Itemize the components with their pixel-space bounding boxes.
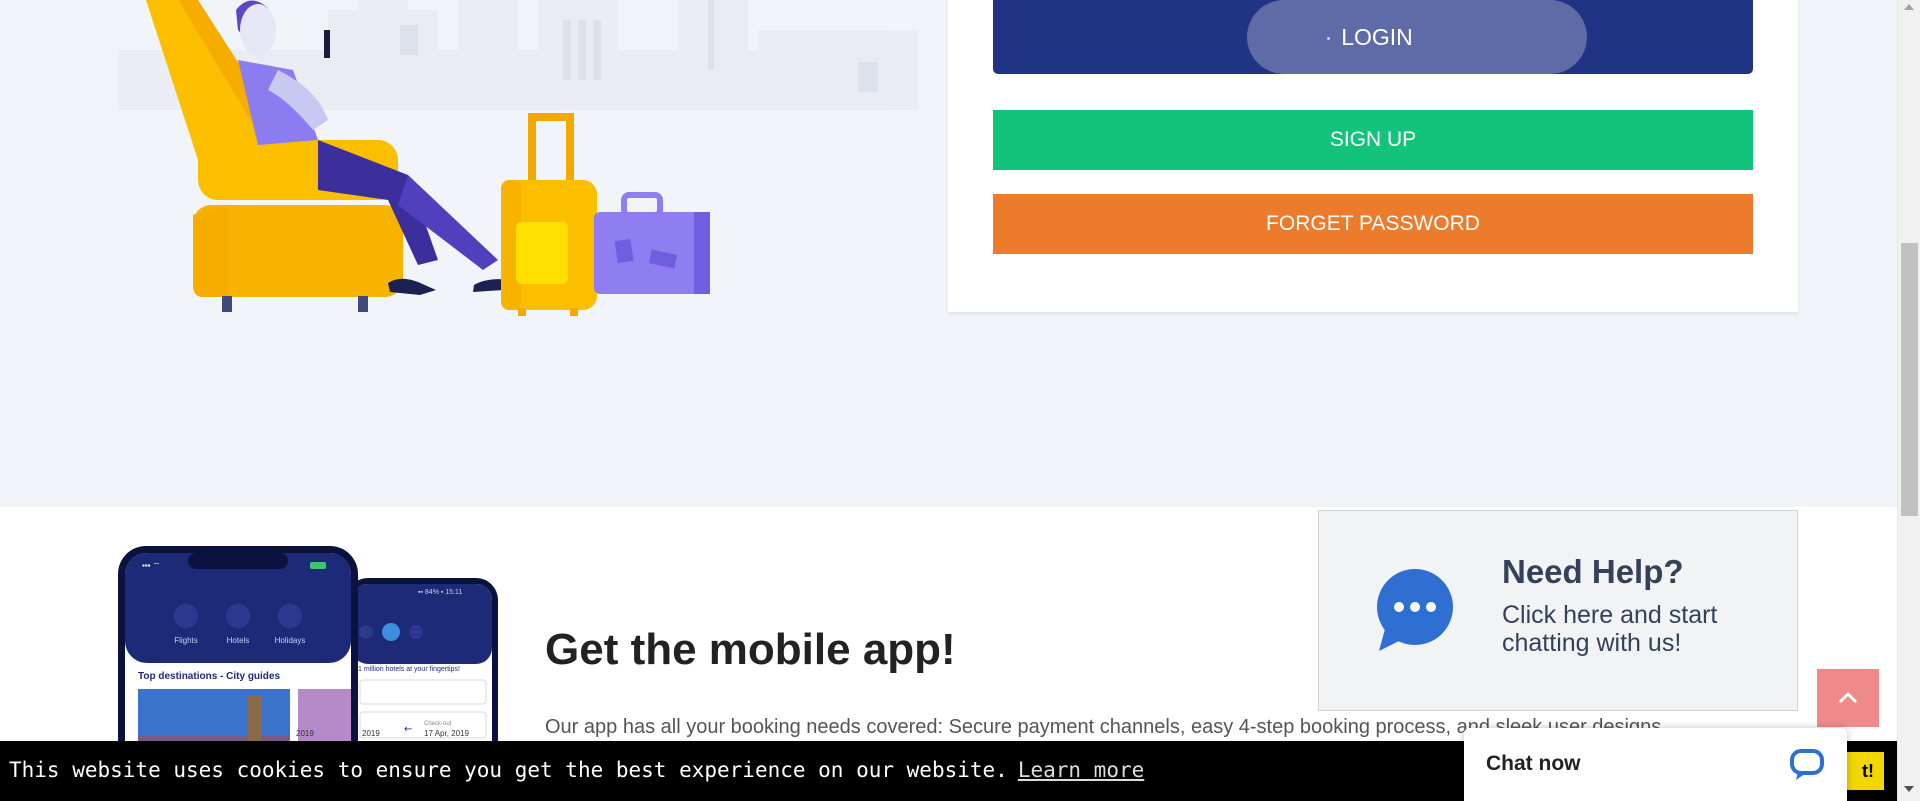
tab-holidays: Holidays [275,636,306,645]
back-phone-status: ▪▪ 84% ▪ 15:11 [418,589,462,596]
hotels-icon [226,604,250,628]
front-phone-date: 2019 [296,729,314,738]
cookie-message: This website uses cookies to ensure you … [9,758,1008,782]
flights-icon [174,604,198,628]
chat-now-widget[interactable]: Chat now [1464,728,1847,801]
signup-button[interactable]: SIGN UP [993,110,1753,170]
back-phone-tagline: 1 million hotels at your fingertips! [358,666,460,673]
chat-bubble-icon [1377,569,1453,651]
scroll-up-arrow-icon[interactable] [1904,4,1914,10]
speech-bubble-icon [1790,749,1824,780]
need-help-widget[interactable]: Need Help? Click here and start chatting… [1318,510,1798,711]
ripple-dot [1327,36,1331,40]
scroll-down-arrow-icon[interactable] [1904,786,1914,792]
login-button-label: LOGIN [1341,23,1413,50]
login-button[interactable]: LOGIN [993,0,1753,74]
chat-now-label: Chat now [1486,752,1581,775]
scrollbar-thumb[interactable] [1901,243,1918,516]
back-phone-date-left: 2019 [362,729,380,738]
check-out-label: Check-out [424,721,452,727]
scroll-to-top-button[interactable] [1817,669,1879,727]
status-bar-icons: ▪▪▪ ⌔ [142,561,160,570]
battery-icon [310,562,326,569]
page-scrollbar[interactable] [1897,0,1920,801]
back-arrow-icon: ← [404,724,412,735]
holidays-icon [278,604,302,628]
learn-more-link[interactable]: Learn more [1018,758,1144,782]
cookie-accept-label: t! [1862,761,1874,781]
app-section-title: Get the mobile app! [545,625,956,674]
check-out-date: 17 Apr, 2019 [424,729,469,738]
need-help-text: Click here and start chatting with us! [1502,601,1718,657]
hotel-tab-icon [382,623,400,641]
hero-section: LOGIN SIGN UP FORGET PASSWORD [0,0,1897,507]
traveller-illustration [118,0,918,316]
chevron-up-icon [1838,692,1858,704]
flight-tab-icon [359,625,373,639]
button-ripple [1247,0,1587,74]
destinations-heading: Top destinations - City guides [138,671,280,682]
tab-flights: Flights [174,636,198,645]
need-help-title: Need Help? [1502,553,1684,590]
tab-hotels: Hotels [227,636,250,645]
forget-password-button[interactable]: FORGET PASSWORD [993,194,1753,254]
login-card: LOGIN SIGN UP FORGET PASSWORD [948,0,1798,313]
holiday-tab-icon [409,625,423,639]
